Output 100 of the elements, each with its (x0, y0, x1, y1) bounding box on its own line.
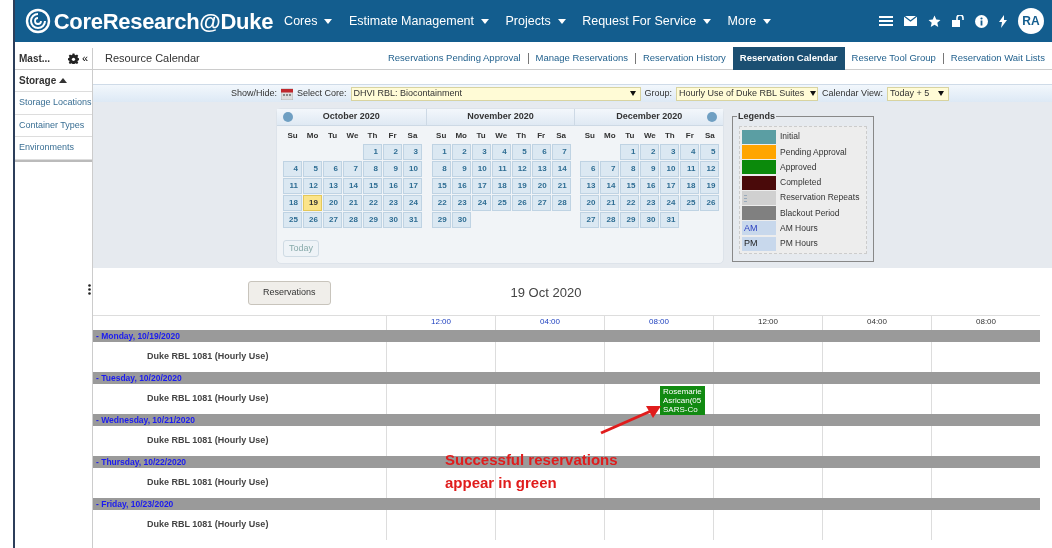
date-cell[interactable]: 17 (660, 178, 680, 194)
reservation-block[interactable]: Rosemarie Asrican(05 SARS-Co (660, 385, 705, 415)
date-cell[interactable]: 26 (303, 212, 322, 228)
date-cell[interactable]: 2 (451, 144, 471, 160)
date-cell[interactable]: 6 (531, 144, 551, 160)
date-cell[interactable]: 2 (640, 144, 660, 160)
date-cell[interactable]: 5 (303, 161, 322, 177)
date-cell[interactable]: 5 (700, 144, 720, 160)
date-cell[interactable]: 3 (403, 144, 422, 160)
sidebar-item[interactable]: Environments (15, 137, 92, 160)
date-cell[interactable]: 26 (700, 195, 720, 211)
date-cell[interactable]: 6 (323, 161, 342, 177)
date-cell[interactable]: 20 (580, 195, 600, 211)
tab[interactable]: Reserve Tool Group (844, 49, 943, 68)
date-cell[interactable]: 4 (680, 144, 700, 160)
date-cell[interactable]: 13 (580, 178, 600, 194)
date-cell[interactable]: 4 (491, 144, 511, 160)
date-cell[interactable]: 24 (660, 195, 680, 211)
select-field[interactable]: Today + 5 (886, 86, 949, 101)
date-cell[interactable]: 27 (323, 212, 342, 228)
nav-menu[interactable]: More (727, 11, 772, 31)
date-cell[interactable]: 7 (343, 161, 362, 177)
date-cell[interactable]: 20 (323, 195, 342, 211)
day-label[interactable]: - Thursday, 10/22/2020 (96, 456, 187, 467)
date-cell[interactable]: 24 (471, 195, 491, 211)
date-cell[interactable]: 21 (551, 178, 571, 194)
sidebar-item[interactable]: Storage Locations (15, 92, 92, 115)
day-label[interactable]: - Tuesday, 10/20/2020 (96, 372, 182, 383)
tab[interactable]: Reservation Wait Lists (943, 49, 1052, 68)
date-cell[interactable]: 21 (343, 195, 362, 211)
envelope-icon[interactable] (904, 16, 917, 26)
date-cell[interactable]: 16 (383, 178, 402, 194)
unlock-icon[interactable] (952, 15, 964, 27)
date-cell[interactable]: 3 (660, 144, 680, 160)
date-cell[interactable]: 8 (620, 161, 640, 177)
date-cell[interactable]: 10 (471, 161, 491, 177)
date-cell[interactable]: 10 (403, 161, 422, 177)
date-cell[interactable]: 11 (680, 161, 700, 177)
date-cell[interactable]: 17 (471, 178, 491, 194)
date-cell[interactable]: 11 (283, 178, 302, 194)
date-cell[interactable]: 25 (680, 195, 700, 211)
date-cell[interactable]: 28 (343, 212, 362, 228)
date-cell[interactable]: 16 (451, 178, 471, 194)
date-cell[interactable]: 28 (551, 195, 571, 211)
date-cell[interactable]: 12 (303, 178, 322, 194)
tab[interactable]: Reservations Pending Approval (380, 49, 528, 68)
date-cell[interactable]: 22 (431, 195, 451, 211)
nav-menu[interactable]: Request For Service (582, 11, 712, 31)
logo-text[interactable]: CoreResearch@Duke (53, 4, 274, 38)
date-cell[interactable]: 19 (511, 178, 531, 194)
nav-menu[interactable]: Cores (284, 11, 333, 31)
reservations-button[interactable]: Reservations (248, 281, 331, 305)
date-cell[interactable]: 31 (660, 212, 680, 228)
date-cell[interactable]: 26 (511, 195, 531, 211)
tab[interactable]: Manage Reservations (528, 49, 635, 68)
day-label[interactable]: - Wednesday, 10/21/2020 (96, 414, 195, 425)
date-cell[interactable]: 22 (620, 195, 640, 211)
date-cell[interactable]: 1 (620, 144, 640, 160)
date-cell[interactable]: 25 (491, 195, 511, 211)
date-cell[interactable]: 18 (491, 178, 511, 194)
date-cell[interactable]: 15 (363, 178, 382, 194)
date-cell[interactable]: 28 (600, 212, 620, 228)
previous-icon[interactable] (283, 112, 293, 122)
date-cell[interactable]: 12 (511, 161, 531, 177)
date-cell[interactable]: 27 (580, 212, 600, 228)
date-cell[interactable]: 5 (511, 144, 531, 160)
date-cell[interactable]: 2 (383, 144, 402, 160)
collapse-button[interactable]: « (81, 50, 88, 67)
tab[interactable]: Reservation Calendar (732, 47, 845, 70)
select-field[interactable]: DHVI RBL: Biocontainment (350, 86, 641, 101)
date-cell[interactable]: 23 (451, 195, 471, 211)
date-cell[interactable]: 9 (640, 161, 660, 177)
date-cell[interactable]: 13 (323, 178, 342, 194)
date-cell[interactable]: 8 (363, 161, 382, 177)
date-cell[interactable]: 14 (551, 161, 571, 177)
menu-icon[interactable] (879, 15, 893, 27)
more-icon[interactable] (88, 284, 91, 295)
date-cell[interactable]: 1 (431, 144, 451, 160)
date-cell[interactable]: 31 (403, 212, 422, 228)
sidebar-item[interactable]: Container Types (15, 114, 92, 137)
date-cell[interactable]: 1 (363, 144, 382, 160)
date-cell[interactable]: 15 (620, 178, 640, 194)
date-cell[interactable]: 29 (620, 212, 640, 228)
date-cell[interactable]: 22 (363, 195, 382, 211)
date-cell[interactable]: 4 (283, 161, 302, 177)
date-cell[interactable]: 12 (700, 161, 720, 177)
date-cell[interactable]: 30 (383, 212, 402, 228)
user-avatar[interactable]: RA (1018, 8, 1044, 34)
date-cell[interactable]: 9 (451, 161, 471, 177)
date-cell[interactable]: 18 (680, 178, 700, 194)
date-cell[interactable]: 14 (343, 178, 362, 194)
date-cell[interactable]: 29 (431, 212, 451, 228)
tab[interactable]: Reservation History (635, 49, 733, 68)
date-cell[interactable]: 27 (531, 195, 551, 211)
date-cell[interactable]: 7 (600, 161, 620, 177)
date-cell[interactable]: 19 (303, 195, 322, 211)
calendar-icon[interactable] (281, 87, 294, 100)
date-cell[interactable]: 21 (600, 195, 620, 211)
gear-icon[interactable] (68, 53, 80, 64)
next-icon[interactable] (707, 112, 717, 122)
